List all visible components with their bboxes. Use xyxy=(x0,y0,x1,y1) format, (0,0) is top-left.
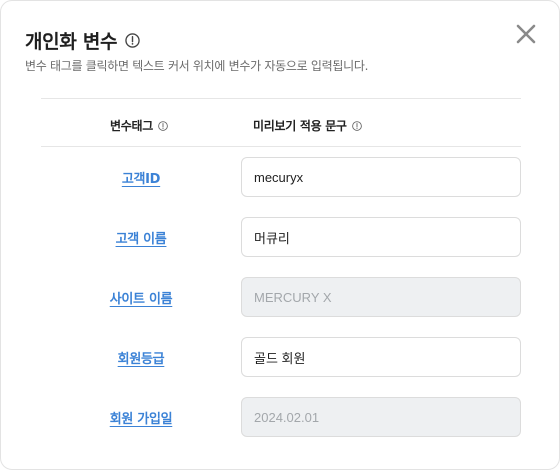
preview-input-signup-date xyxy=(241,397,521,437)
variable-tag-customer-name[interactable]: 고객 이름 xyxy=(41,228,241,247)
header-bottom-divider xyxy=(41,146,521,147)
personalization-variables-dialog: 개인화 변수 변수 태그를 클릭하면 텍스트 커서 위치에 변수가 자동으로 입… xyxy=(0,0,560,470)
dialog-header: 개인화 변수 xyxy=(25,27,140,54)
dialog-subtitle: 변수 태그를 클릭하면 텍스트 커서 위치에 변수가 자동으로 입력됩니다. xyxy=(25,59,369,73)
preview-input-customer-name[interactable] xyxy=(241,217,521,257)
variable-tag-membership-grade[interactable]: 회원등급 xyxy=(41,348,241,367)
variable-tag-customer-id[interactable]: 고객ID xyxy=(41,168,241,187)
header-top-divider xyxy=(41,98,521,99)
preview-input-site-name xyxy=(241,277,521,317)
preview-input-customer-id[interactable] xyxy=(241,157,521,197)
preview-input-membership-grade[interactable] xyxy=(241,337,521,377)
close-icon[interactable] xyxy=(511,19,541,49)
variable-tag-site-name[interactable]: 사이트 이름 xyxy=(41,288,241,307)
column-header-tag: 변수태그 xyxy=(110,117,168,134)
column-header-preview-label: 미리보기 적용 문구 xyxy=(253,119,347,133)
column-header-preview: 미리보기 적용 문구 xyxy=(253,117,362,134)
column-header-tag-label: 변수태그 xyxy=(110,119,153,133)
dialog-title: 개인화 변수 xyxy=(25,31,118,53)
variable-tag-signup-date[interactable]: 회원 가입일 xyxy=(41,408,241,427)
info-icon[interactable] xyxy=(351,120,362,131)
info-icon[interactable] xyxy=(158,120,168,131)
info-icon[interactable] xyxy=(125,33,140,48)
